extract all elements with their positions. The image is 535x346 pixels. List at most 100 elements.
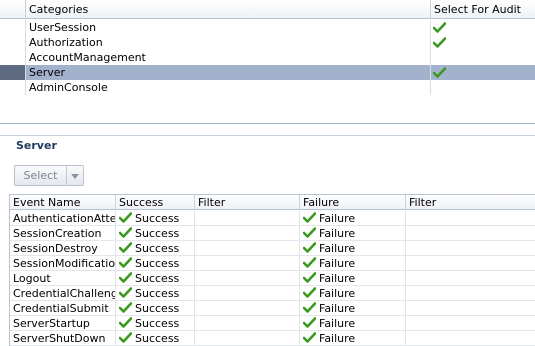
failure-cell[interactable]: Failure (300, 211, 406, 226)
audit-checkbox[interactable] (431, 50, 535, 65)
failure-label: Failure (319, 242, 356, 255)
event-name: SessionCreation (10, 226, 116, 241)
row-selector[interactable] (0, 80, 26, 95)
checkmark-icon (119, 317, 135, 330)
failure-filter-cell[interactable] (406, 226, 535, 241)
category-row[interactable]: Authorization (0, 35, 535, 50)
checkmark-icon (119, 227, 135, 240)
select-for-audit-column-header[interactable]: Select For Audit (431, 0, 535, 19)
success-cell[interactable]: Success (116, 286, 195, 301)
row-selector[interactable] (0, 50, 26, 65)
success-cell[interactable]: Success (116, 226, 195, 241)
event-row[interactable]: SessionModification Success Failure (10, 256, 535, 271)
events-table: Event Name Success Filter Failure Filter… (9, 194, 535, 346)
category-row[interactable]: Server (0, 65, 535, 80)
failure-filter-cell[interactable] (406, 286, 535, 301)
failure-cell[interactable]: Failure (300, 256, 406, 271)
failure-label: Failure (319, 302, 356, 315)
success-filter-cell[interactable] (195, 241, 300, 256)
success-filter-cell[interactable] (195, 331, 300, 346)
failure-cell[interactable]: Failure (300, 331, 406, 346)
category-name: UserSession (26, 20, 431, 35)
failure-label: Failure (319, 332, 356, 345)
failure-cell[interactable]: Failure (300, 316, 406, 331)
success-filter-cell[interactable] (195, 301, 300, 316)
row-selector[interactable] (0, 20, 26, 35)
failure-label: Failure (319, 257, 356, 270)
success-filter-cell[interactable] (195, 211, 300, 226)
failure-cell[interactable]: Failure (300, 241, 406, 256)
event-row[interactable]: Logout Success Failure (10, 271, 535, 286)
checkmark-icon (303, 272, 319, 285)
audit-checkbox[interactable] (431, 80, 535, 95)
success-cell[interactable]: Success (116, 211, 195, 226)
success-cell[interactable]: Success (116, 256, 195, 271)
filter-failure-column-header[interactable]: Filter (406, 195, 535, 210)
success-column-header[interactable]: Success (116, 195, 195, 210)
categories-column-header[interactable]: Categories (26, 0, 431, 19)
checkmark-icon (119, 302, 135, 315)
event-name: ServerStartup (10, 316, 116, 331)
success-label: Success (135, 317, 180, 330)
checkmark-icon (303, 302, 319, 315)
checkmark-icon (119, 287, 135, 300)
success-label: Success (135, 227, 180, 240)
audit-checkbox[interactable] (431, 65, 535, 80)
failure-filter-cell[interactable] (406, 271, 535, 286)
filter-success-column-header[interactable]: Filter (195, 195, 300, 210)
success-filter-cell[interactable] (195, 256, 300, 271)
success-cell[interactable]: Success (116, 316, 195, 331)
success-label: Success (135, 287, 180, 300)
success-cell[interactable]: Success (116, 241, 195, 256)
audit-checkbox[interactable] (431, 20, 535, 35)
category-row[interactable]: AdminConsole (0, 80, 535, 95)
success-filter-cell[interactable] (195, 271, 300, 286)
failure-filter-cell[interactable] (406, 241, 535, 256)
event-row[interactable]: ServerShutDown Success Failure (10, 331, 535, 346)
checkmark-icon (303, 227, 319, 240)
select-menu-button[interactable]: Select (14, 165, 84, 186)
event-name: ServerShutDown (10, 331, 116, 346)
audit-checkbox[interactable] (431, 35, 535, 50)
failure-filter-cell[interactable] (406, 316, 535, 331)
event-row[interactable]: SessionDestroy Success Failure (10, 241, 535, 256)
success-filter-cell[interactable] (195, 316, 300, 331)
select-button-label[interactable]: Select (15, 166, 67, 185)
success-filter-cell[interactable] (195, 286, 300, 301)
event-name: SessionDestroy (10, 241, 116, 256)
success-cell[interactable]: Success (116, 271, 195, 286)
failure-filter-cell[interactable] (406, 211, 535, 226)
category-name: Server (26, 65, 431, 80)
panel-divider[interactable] (0, 124, 535, 136)
failure-cell[interactable]: Failure (300, 286, 406, 301)
row-selector[interactable] (0, 35, 26, 50)
failure-cell[interactable]: Failure (300, 271, 406, 286)
event-name: AuthenticationAttempt (10, 211, 116, 226)
event-row[interactable]: CredentialSubmit Success Failure (10, 301, 535, 316)
event-row[interactable]: ServerStartup Success Failure (10, 316, 535, 331)
categories-table-header: Categories Select For Audit (0, 0, 535, 19)
event-row[interactable]: SessionCreation Success Failure (10, 226, 535, 241)
failure-column-header[interactable]: Failure (300, 195, 406, 210)
failure-cell[interactable]: Failure (300, 226, 406, 241)
failure-label: Failure (319, 317, 356, 330)
event-row[interactable]: CredentialChallenge Success Failure (10, 286, 535, 301)
event-row[interactable]: AuthenticationAttempt Success Failure (10, 211, 535, 226)
failure-filter-cell[interactable] (406, 301, 535, 316)
category-name: Authorization (26, 35, 431, 50)
success-cell[interactable]: Success (116, 301, 195, 316)
category-row[interactable]: UserSession (0, 20, 535, 35)
failure-filter-cell[interactable] (406, 331, 535, 346)
event-name-column-header[interactable]: Event Name (10, 195, 116, 210)
success-label: Success (135, 332, 180, 345)
failure-cell[interactable]: Failure (300, 301, 406, 316)
category-row[interactable]: AccountManagement (0, 50, 535, 65)
failure-filter-cell[interactable] (406, 256, 535, 271)
chevron-down-icon[interactable] (67, 166, 83, 185)
failure-label: Failure (319, 227, 356, 240)
checkmark-icon (303, 317, 319, 330)
row-selector[interactable] (0, 65, 26, 80)
success-cell[interactable]: Success (116, 331, 195, 346)
success-filter-cell[interactable] (195, 226, 300, 241)
checkmark-icon (303, 257, 319, 270)
